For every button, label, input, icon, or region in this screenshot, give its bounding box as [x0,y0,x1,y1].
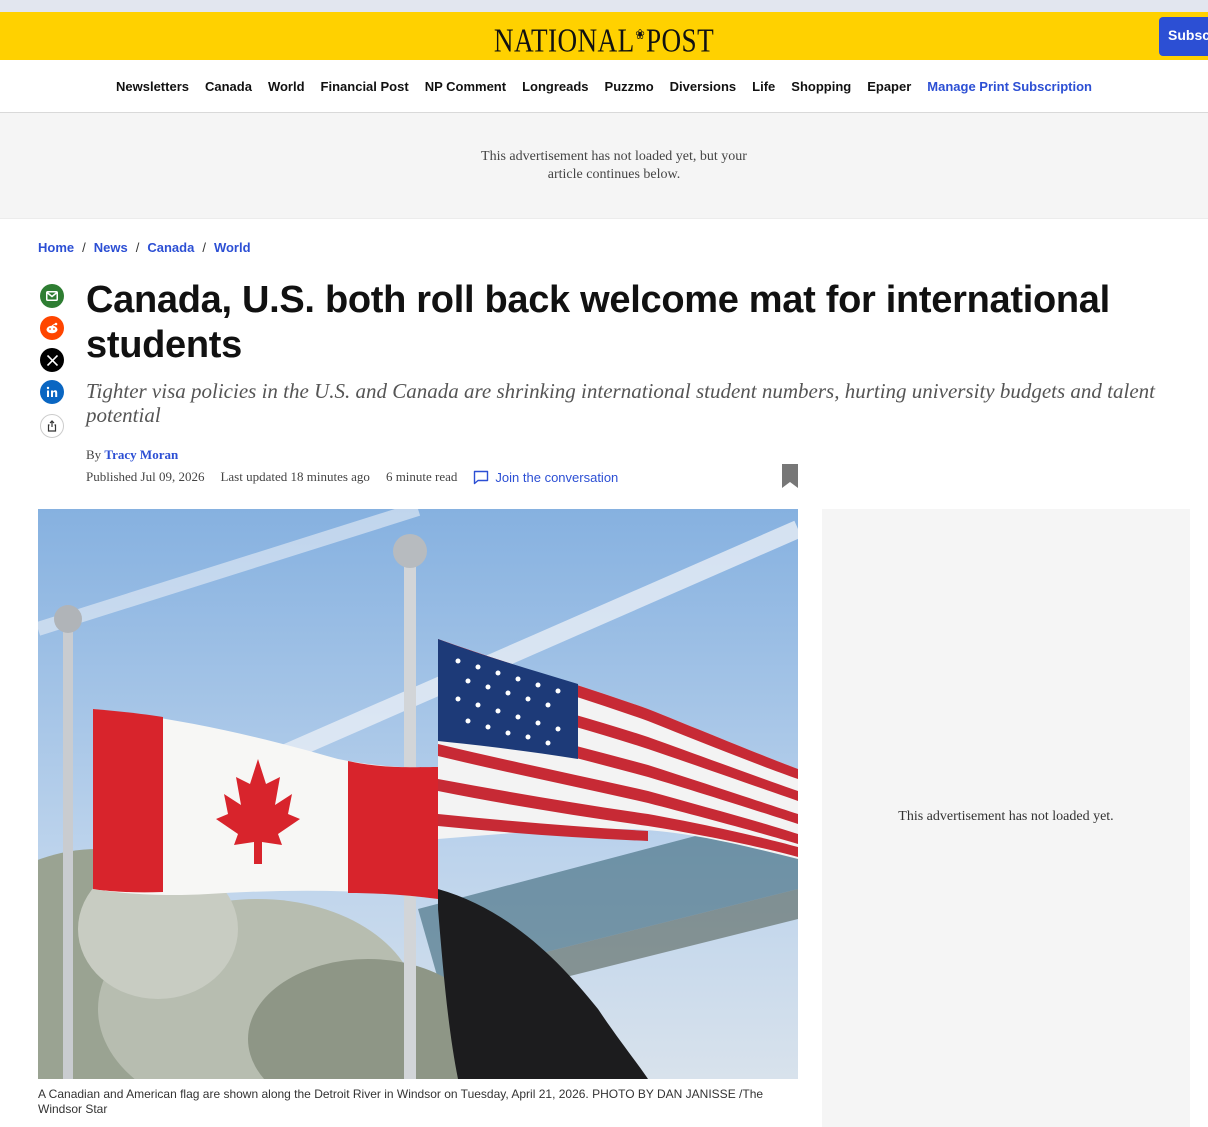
article-headline: Canada, U.S. both roll back welcome mat … [86,279,1110,366]
last-updated: Last updated 18 minutes ago [220,469,370,484]
breadcrumb-world[interactable]: World [214,240,251,255]
byline-prefix: By [86,447,102,462]
breadcrumb-separator: / [82,240,86,255]
x-icon[interactable] [40,348,64,372]
join-conversation-link[interactable]: Join the conversation [473,470,634,485]
linkedin-icon[interactable] [40,380,64,404]
nav-item-longreads[interactable]: Longreads [522,79,588,94]
author-link[interactable]: Tracy Moran [104,447,178,462]
reddit-icon[interactable] [40,316,64,340]
nav-item-np-comment[interactable]: NP Comment [425,79,506,94]
nav-item-diversions[interactable]: Diversions [670,79,736,94]
nav-item-world[interactable]: World [268,79,305,94]
breadcrumb-canada[interactable]: Canada [147,240,194,255]
byline: By Tracy Moran [86,447,178,463]
photo-caption: A Canadian and American flag are shown a… [38,1087,764,1116]
nav-item-financial-post[interactable]: Financial Post [321,79,409,94]
nav-item-newsletters[interactable]: Newsletters [116,79,189,94]
masthead: NATIONAL❀POST Subscr [0,12,1208,60]
sidebar-ad-text: This advertisement has not loaded yet. [898,809,1114,824]
breadcrumb-news[interactable]: News [94,240,128,255]
maple-leaf-icon: ❀ [635,28,646,43]
breadcrumb-home[interactable]: Home [38,240,74,255]
nav-item-shopping[interactable]: Shopping [791,79,851,94]
subscribe-button[interactable]: Subscr [1159,17,1208,56]
breadcrumb: Home / News / Canada / World [38,240,251,255]
article-deck: Tighter visa policies in the U.S. and Ca… [86,379,1156,427]
article-hero-photo [38,509,798,1079]
bookmark-icon[interactable] [782,464,798,493]
nav-item-manage-print-subscription[interactable]: Manage Print Subscription [927,79,1092,94]
published-date: Published Jul 09, 2026 [86,469,205,484]
nav-item-epaper[interactable]: Epaper [867,79,911,94]
main-nav: Newsletters Canada World Financial Post … [0,60,1208,113]
nav-item-canada[interactable]: Canada [205,79,252,94]
comment-icon [474,470,489,484]
ad-banner: This advertisement has not loaded yet, b… [0,113,1208,219]
sidebar-ad: This advertisement has not loaded yet. [822,509,1190,1127]
nav-item-puzzmo[interactable]: Puzzmo [605,79,654,94]
browser-top-strip [0,0,1208,12]
read-time: 6 minute read [385,469,458,484]
breadcrumb-separator: / [135,240,140,255]
national-post-logo[interactable]: NATIONAL❀POST [121,18,1087,59]
share-icon[interactable] [40,414,64,438]
article-meta: Published Jul 09, 2026 Last updated 18 m… [86,469,650,485]
ad-banner-text: This advertisement has not loaded yet, b… [481,149,747,182]
breadcrumb-separator: / [202,240,206,255]
email-icon[interactable] [40,284,64,308]
nav-item-life[interactable]: Life [752,79,775,94]
